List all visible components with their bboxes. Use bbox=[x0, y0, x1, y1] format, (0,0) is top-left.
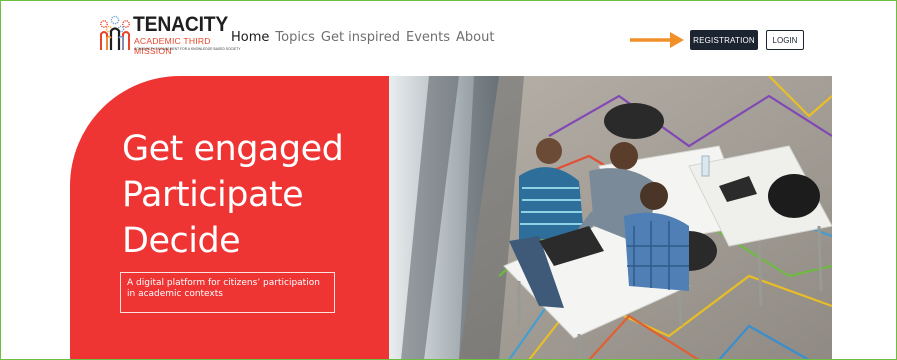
hero-photo bbox=[389, 76, 832, 360]
hero-headline: Get engaged Participate Decide bbox=[122, 126, 344, 264]
hero-line-participate: Participate bbox=[122, 175, 304, 215]
tenacity-logo[interactable]: TENACITY ACADEMIC THIRD MISSION COMMUNIT… bbox=[98, 12, 240, 62]
brand-name: TENACITY bbox=[133, 13, 229, 36]
hero-tagline-box: A digital platform for citizens’ partici… bbox=[120, 272, 335, 313]
nav-item-home[interactable]: Home bbox=[231, 30, 269, 46]
brand-tagline: COMMUNITY ENGAGEMENT FOR A KNOWLEDGE BAS… bbox=[134, 47, 241, 51]
people-logo-icon bbox=[100, 15, 130, 50]
nav-item-topics[interactable]: Topics bbox=[275, 30, 314, 46]
brand-subtitle: ACADEMIC THIRD MISSION bbox=[134, 36, 211, 56]
arrow-right-icon bbox=[630, 32, 684, 48]
login-button[interactable]: LOGIN bbox=[766, 30, 804, 50]
people-working-photo-icon bbox=[389, 76, 832, 360]
nav-item-about[interactable]: About bbox=[456, 30, 494, 46]
hero-line-decide: Decide bbox=[122, 221, 241, 261]
nav-item-get-inspired[interactable]: Get inspired bbox=[321, 30, 400, 46]
registration-button[interactable]: REGISTRATION bbox=[690, 30, 758, 50]
hero-line-engaged: Get engaged bbox=[122, 129, 344, 169]
main-nav: Home Topics Get inspired Events About bbox=[231, 30, 494, 46]
site-header: TENACITY ACADEMIC THIRD MISSION COMMUNIT… bbox=[0, 0, 897, 76]
nav-item-events[interactable]: Events bbox=[406, 30, 450, 46]
